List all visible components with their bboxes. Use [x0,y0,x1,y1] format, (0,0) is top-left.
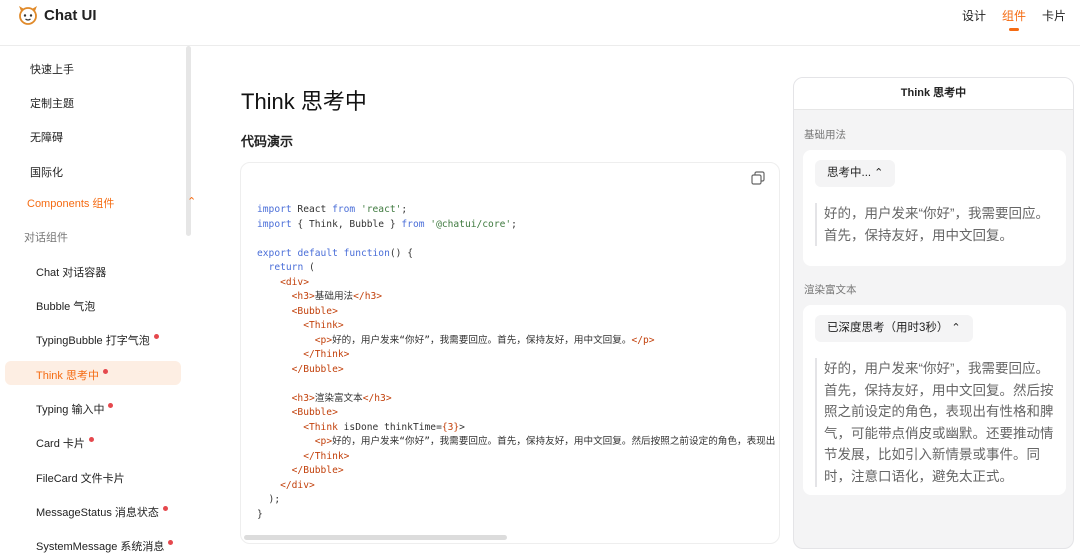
think-line: 照之前设定的角色，表现出有性格和脾 [824,404,1054,419]
demo-rich-label: 渲染富文本 [804,284,857,296]
sidebar-item-label: Think 思考中 [36,370,99,382]
sidebar: 快速上手 定制主题 无障碍 国际化 Components 组件 ⌃ 对话组件 C… [0,46,196,553]
top-header: Chat UI 设计 组件 卡片 [0,0,1080,46]
code-line: <div> [280,276,309,288]
sidebar-item-typingbubble[interactable]: TypingBubble 打字气泡 [36,332,159,348]
code-line: <Think> [303,320,344,331]
new-dot-icon [102,369,108,374]
think-done-toggle-button[interactable]: 已深度思考（用时3秒） ⌃ [815,315,973,342]
chevron-up-icon: ⌃ [187,196,197,208]
think-line: 节发展，比如引入新情景或事件。同 [824,447,1040,462]
code-line: <h3>渲染富文本</h3> [291,392,392,404]
code-line: <p>好的，用户发来“你好”，我需要回应。首先，保持友好，用中文回复。</p> [314,334,655,346]
think-line: 首先，保持友好，用中文回复。 [824,227,1013,243]
section-title: 代码演示 [241,134,294,149]
demo-header: Think 思考中 [794,78,1073,110]
code-line: ); [257,494,281,505]
sidebar-item-bubble[interactable]: Bubble 气泡 [36,298,95,314]
chevron-up-icon: ⌃ [874,167,884,179]
think-toggle-label: 已深度思考（用时3秒） [827,322,949,334]
sidebar-item-systemmessage[interactable]: SystemMessage 系统消息 [36,538,174,553]
think-content: 好的，用户发来“你好”，我需要回应。 首先，保持友好，用中文回复。然后按 照之前… [815,358,1054,487]
code-content: import React from 'react'; import { Think… [257,203,775,522]
sidebar-item-accessibility[interactable]: 无障碍 [30,129,63,145]
demo-basic-label: 基础用法 [804,129,846,141]
sidebar-item-label: Chat 对话容器 [36,267,107,279]
sidebar-item-label: SystemMessage 系统消息 [36,541,165,553]
code-horizontal-scrollbar[interactable] [244,535,507,540]
think-line: 首先，保持友好，用中文回复。然后按 [824,382,1054,398]
demo-bubble-basic: 思考中... ⌃ 好的，用户发来“你好”，我需要回应。 首先，保持友好，用中文回复… [803,150,1066,266]
think-toggle-label: 思考中... [827,167,872,179]
nav-cards[interactable]: 卡片 [1034,7,1074,24]
nav-design[interactable]: 设计 [954,7,994,24]
sidebar-item-label: TypingBubble 打字气泡 [36,335,150,347]
new-dot-icon [153,334,159,339]
sidebar-item-theme[interactable]: 定制主题 [30,95,74,111]
code-line: </Think> [303,450,350,462]
sidebar-item-chat[interactable]: Chat 对话容器 [36,264,106,280]
new-dot-icon [168,540,174,545]
code-line: <h3>基础用法</h3> [291,291,383,302]
code-block: import React from 'react'; import { Think… [240,162,780,544]
sidebar-item-filecard[interactable]: FileCard 文件卡片 [36,470,125,486]
sidebar-item-card[interactable]: Card 卡片 [36,435,94,451]
code-line: <Bubble> [291,407,338,418]
code-line: </Bubble> [291,465,344,476]
copy-icon[interactable] [751,171,765,185]
code-line: return ( [268,262,315,273]
sidebar-item-messagestatus[interactable]: MessageStatus 消息状态 [36,504,168,520]
sidebar-group-label: Components 组件 [27,198,115,210]
nav-components[interactable]: 组件 [994,7,1034,24]
sidebar-group-components[interactable]: Components 组件 ⌃ [27,195,196,211]
sidebar-item-i18n[interactable]: 国际化 [30,164,63,180]
sidebar-item-label: Typing 输入中 [36,404,105,416]
top-nav: 设计 组件 卡片 [954,7,1074,24]
page-title: Think 思考中 [241,89,367,114]
code-line: import { Think, Bubble } from '@chatui/c… [257,218,517,230]
think-line: 好的，用户发来“你好”，我需要回应。 [824,206,1049,221]
think-line: 好的，用户发来“你好”，我需要回应。 [824,361,1049,376]
chatui-logo-icon[interactable] [16,4,40,26]
think-toggle-button[interactable]: 思考中... ⌃ [815,160,896,187]
code-line: export default function() { [257,247,413,259]
new-dot-icon [88,437,94,442]
think-content: 好的，用户发来“你好”，我需要回应。 首先，保持友好，用中文回复。 [815,203,1049,246]
chevron-up-icon: ⌃ [951,322,961,334]
new-dot-icon [162,506,168,511]
sidebar-item-typing[interactable]: Typing 输入中 [36,401,114,417]
code-line: <Think isDone thinkTime={3}> [303,421,465,433]
code-line: </Bubble> [291,363,344,375]
sidebar-item-quickstart[interactable]: 快速上手 [30,61,74,77]
think-line: 气，可能带点俏皮或幽默。还要推动情 [824,425,1054,441]
demo-bubble-rich: 已深度思考（用时3秒） ⌃ 好的，用户发来“你好”，我需要回应。 首先，保持友好，… [803,305,1066,495]
sidebar-item-think[interactable]: Think 思考中 [36,367,108,383]
code-line: </div> [280,479,315,491]
think-line: 时，注意口语化，避免太正式。 [824,468,1013,484]
sidebar-item-label: Card 卡片 [36,438,85,450]
sidebar-item-label: FileCard 文件卡片 [36,473,125,485]
new-dot-icon [108,403,114,408]
sidebar-item-label: Bubble 气泡 [36,301,96,313]
code-line: </Think> [303,349,350,360]
sidebar-category: 对话组件 [24,232,68,244]
code-line: } [257,508,263,520]
sidebar-item-label: MessageStatus 消息状态 [36,507,159,519]
code-line: <Bubble> [291,305,338,317]
code-line: import React from 'react'; [257,204,408,215]
demo-panel: Think 思考中 基础用法 思考中... ⌃ 好的，用户发来“你好”，我需要回应… [793,77,1074,549]
code-line: <p>好的，用户发来“你好”，我需要回应。首先，保持友好，用中文回复。然后按照之… [314,436,776,447]
brand-name[interactable]: Chat UI [44,7,97,24]
